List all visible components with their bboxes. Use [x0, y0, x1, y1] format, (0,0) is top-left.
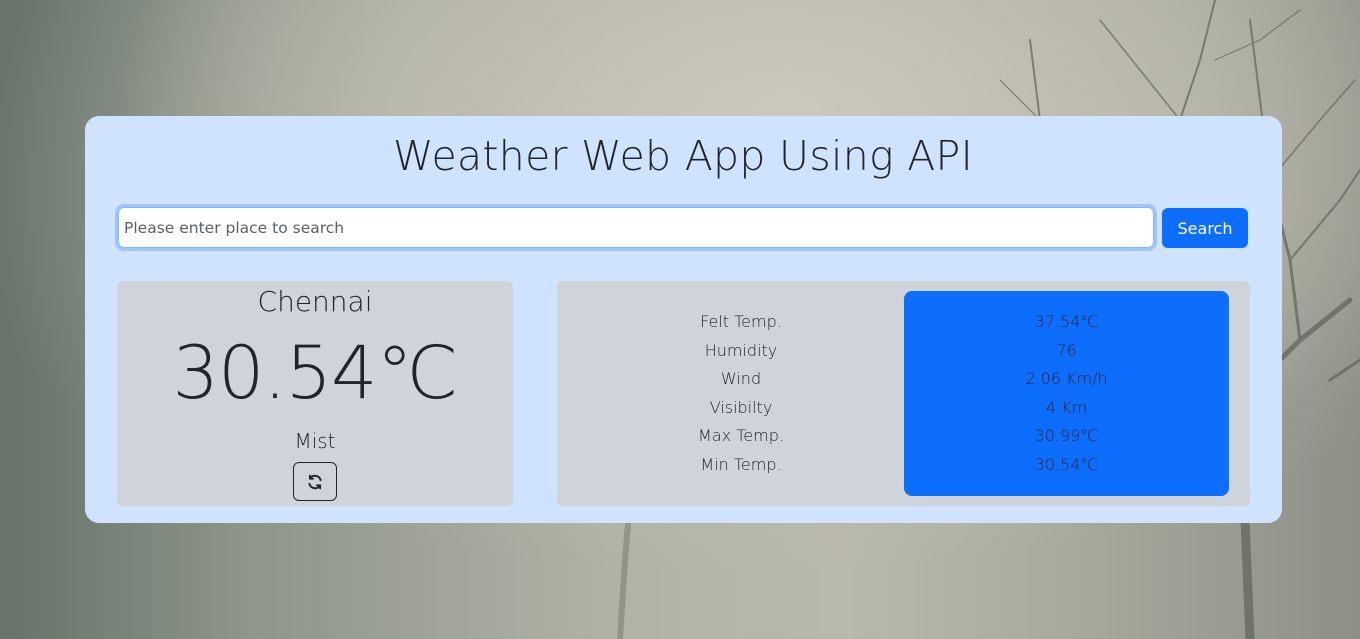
humidity-value: 76 — [1056, 340, 1077, 360]
wind-value: 2.06 Km/h — [1025, 369, 1108, 389]
felt-temp-value: 37.54℃ — [1034, 312, 1099, 331]
wind-label: Wind — [720, 369, 762, 389]
visibility-value: 4 Km — [1045, 397, 1088, 417]
details-labels: Felt Temp. Humidity Wind Visibilty Max T… — [580, 308, 902, 480]
search-input[interactable] — [118, 207, 1154, 248]
max-temp-value: 30.99℃ — [1034, 426, 1099, 446]
felt-temp-label: Felt Temp. — [700, 312, 782, 331]
max-temp-label: Max Temp. — [698, 426, 784, 446]
city-name: Chennai — [257, 285, 373, 318]
refresh-button[interactable] — [293, 462, 337, 501]
details-values-box: 37.54℃ 76 2.06 Km/h 4 Km 30.99℃ 30.54℃ — [904, 291, 1229, 496]
page-title: Weather Web App Using API — [393, 132, 973, 180]
visibility-label: Visibilty — [709, 397, 773, 417]
current-temperature: 30.54℃ — [172, 331, 459, 416]
refresh-icon — [308, 474, 322, 489]
min-temp-label: Min Temp. — [700, 454, 782, 474]
search-button[interactable]: Search — [1162, 208, 1248, 248]
min-temp-value: 30.54℃ — [1034, 454, 1099, 474]
weather-condition: Mist — [294, 429, 336, 453]
humidity-label: Humidity — [704, 340, 778, 360]
